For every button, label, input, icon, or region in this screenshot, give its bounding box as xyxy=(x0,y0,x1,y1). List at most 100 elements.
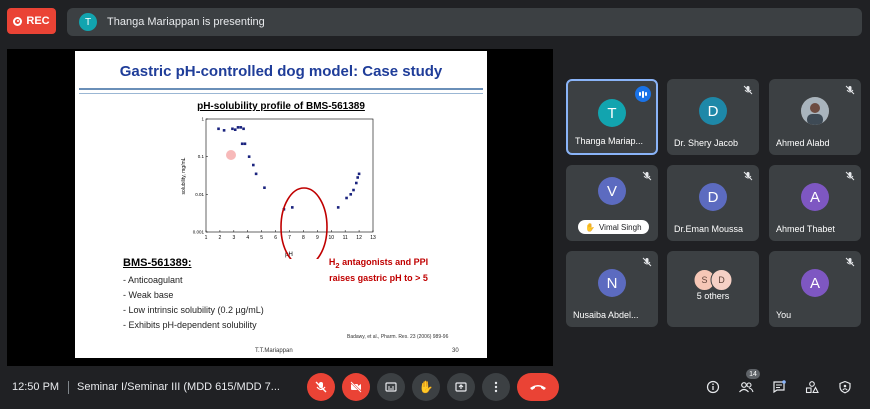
record-icon xyxy=(13,16,23,26)
x-tick-label: 6 xyxy=(274,235,277,241)
data-point xyxy=(357,172,361,176)
separator xyxy=(68,381,69,394)
meeting-info-button[interactable] xyxy=(704,378,722,396)
chat-button[interactable] xyxy=(770,378,788,396)
data-point xyxy=(222,129,226,132)
hand-icon: ✋ xyxy=(418,380,434,394)
activities-button[interactable] xyxy=(803,378,821,396)
compound-heading: BMS-561389: xyxy=(123,257,192,269)
avatar: A xyxy=(801,183,829,211)
leave-call-button[interactable] xyxy=(517,373,559,401)
participant-name: Nusaiba Abdel... xyxy=(573,310,639,320)
slide: Gastric pH-controlled dog model: Case st… xyxy=(75,51,487,358)
page-number: 30 xyxy=(452,348,459,354)
bullet-item: Exhibits pH-dependent solubility xyxy=(123,318,264,333)
mic-off-icon xyxy=(845,257,855,267)
captions-icon xyxy=(385,382,397,392)
activities-icon xyxy=(805,381,819,394)
avatar: A xyxy=(801,269,829,297)
data-point xyxy=(254,172,258,176)
present-screen-icon xyxy=(455,382,467,392)
data-point xyxy=(263,186,266,190)
x-tick-label: 1 xyxy=(205,235,208,241)
hang-up-icon xyxy=(530,385,546,390)
data-point xyxy=(355,181,358,185)
participant-name: You xyxy=(776,310,792,320)
x-tick-label: 8 xyxy=(302,235,305,241)
raise-hand-button[interactable]: ✋ xyxy=(412,373,440,401)
participant-tile-others[interactable]: S D 5 others xyxy=(667,251,759,327)
camera-off-icon xyxy=(350,381,362,393)
bullet-item: Anticoagulant xyxy=(123,273,264,288)
meeting-name: Seminar I/Seminar III (MDD 615/MDD 7... xyxy=(77,381,280,393)
x-tick-label: 2 xyxy=(219,235,222,241)
x-tick-label: 11 xyxy=(343,235,348,241)
mic-off-icon xyxy=(315,381,327,393)
data-point xyxy=(349,193,353,196)
x-tick-label: 5 xyxy=(260,235,263,241)
captions-button[interactable] xyxy=(377,373,405,401)
mic-off-icon xyxy=(743,171,753,181)
data-point xyxy=(239,126,243,129)
y-tick-label: 1 xyxy=(201,117,204,122)
participant-tile-you[interactable]: A You xyxy=(769,251,861,327)
participant-name: Ahmed Thabet xyxy=(776,224,835,234)
speaking-indicator-icon xyxy=(635,86,651,102)
camera-toggle-button[interactable] xyxy=(342,373,370,401)
presentation-stage[interactable]: Gastric pH-controlled dog model: Case st… xyxy=(7,49,553,366)
data-point xyxy=(231,127,234,131)
info-icon xyxy=(706,380,720,394)
bullet-list: AnticoagulantWeak baseLow intrinsic solu… xyxy=(123,273,264,333)
participant-name: Thanga Mariap... xyxy=(575,136,644,146)
participant-tile-shery[interactable]: D Dr. Shery Jacob xyxy=(667,79,759,155)
mic-off-icon xyxy=(642,257,652,267)
laser-pointer xyxy=(226,150,236,160)
mic-off-icon xyxy=(845,171,855,181)
x-tick-label: 3 xyxy=(232,235,235,241)
participant-tile-eman[interactable]: D Dr.Eman Moussa xyxy=(667,165,759,241)
clock: 12:50 PM xyxy=(12,381,60,393)
presenter-avatar: T xyxy=(79,13,97,31)
participant-tile-vimal[interactable]: V ✋ Vimal Singh xyxy=(566,165,658,241)
rec-indicator: REC xyxy=(7,8,56,34)
y-tick-label: 0.001 xyxy=(193,230,205,235)
mic-toggle-button[interactable] xyxy=(307,373,335,401)
x-tick-label: 12 xyxy=(356,235,362,241)
x-tick-label: 7 xyxy=(288,235,291,241)
annotation-line2: raises gastric pH to > 5 xyxy=(329,272,428,283)
data-point xyxy=(236,126,240,129)
chat-icon xyxy=(773,380,786,394)
participant-tile-ahmed-thabet[interactable]: A Ahmed Thabet xyxy=(769,165,861,241)
more-vertical-icon xyxy=(494,381,498,393)
avatar: D xyxy=(699,183,727,211)
participant-name: Vimal Singh xyxy=(598,222,642,232)
host-controls-button[interactable] xyxy=(836,378,854,396)
data-point xyxy=(243,142,247,146)
more-options-button[interactable] xyxy=(482,373,510,401)
slide-footer: T.T.Mariappan xyxy=(255,348,293,354)
data-point xyxy=(217,127,220,131)
bullet-item: Weak base xyxy=(123,288,264,303)
shield-icon xyxy=(839,380,851,394)
data-point xyxy=(356,176,359,179)
mic-off-icon xyxy=(743,85,753,95)
x-tick-label: 10 xyxy=(328,235,334,241)
data-point xyxy=(352,188,355,192)
plot-frame xyxy=(205,118,374,233)
data-point xyxy=(233,128,237,131)
participant-name: Ahmed Alabd xyxy=(776,138,830,148)
present-button[interactable] xyxy=(447,373,475,401)
participant-tile-ahmed-alabd[interactable]: Ahmed Alabd xyxy=(769,79,861,155)
people-button[interactable] xyxy=(737,378,755,396)
presenting-banner: T Thanga Mariappan is presenting xyxy=(67,8,862,36)
annotation-rest: antagonists and PPI xyxy=(339,257,429,267)
participant-tile-nusaiba[interactable]: N Nusaiba Abdel... xyxy=(566,251,658,327)
data-point xyxy=(247,155,251,158)
data-point xyxy=(252,163,255,167)
avatar: V xyxy=(598,177,626,205)
participant-name: 5 others xyxy=(696,291,730,301)
others-avatars: S D xyxy=(693,269,733,291)
hand-raised-badge: ✋ Vimal Singh xyxy=(578,220,649,234)
participant-tile-thanga[interactable]: T Thanga Mariap... xyxy=(566,79,658,155)
y-tick-label: 0.01 xyxy=(195,192,204,197)
